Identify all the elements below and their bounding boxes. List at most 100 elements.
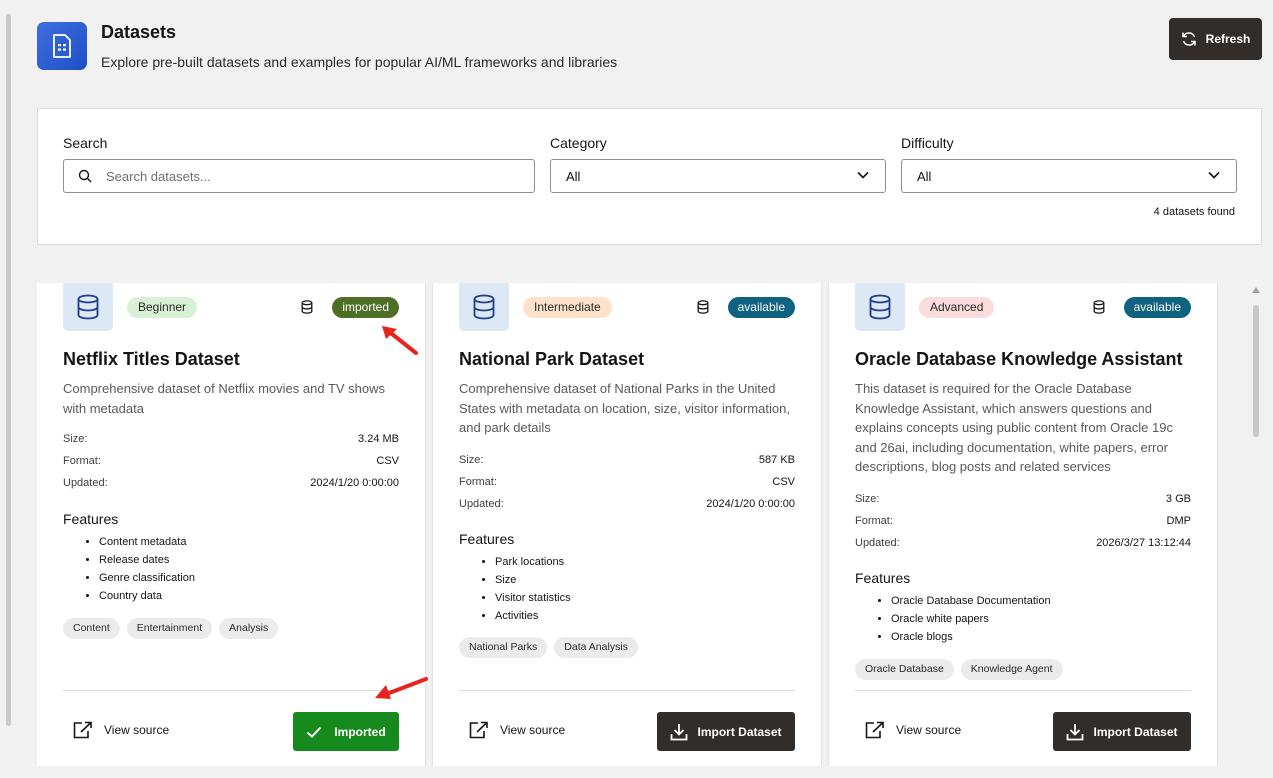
list-item: Size — [495, 571, 571, 589]
checkmark-icon — [307, 726, 322, 738]
size-value: 3 GB — [1165, 493, 1191, 505]
database-icon — [855, 283, 905, 331]
status-badge: available — [1123, 297, 1191, 318]
view-source-link[interactable]: View source — [469, 721, 565, 739]
size-value: 587 KB — [758, 454, 795, 466]
list-item: Park locations — [495, 553, 571, 571]
database-icon — [459, 283, 509, 331]
search-input[interactable]: Search datasets... — [63, 159, 535, 193]
difficulty-value: All — [917, 168, 932, 184]
tag: Analysis — [219, 618, 279, 639]
tag-list: Oracle Database Knowledge Agent — [855, 659, 1063, 680]
database-status-icon — [697, 300, 709, 314]
card-description: Comprehensive dataset of National Parks … — [459, 381, 790, 436]
format-label: Format: — [63, 455, 101, 467]
results-count: 4 datasets found — [1153, 206, 1235, 218]
list-item: Genre classification — [99, 569, 195, 587]
database-status-icon — [301, 300, 313, 314]
annotation-arrow-icon — [375, 677, 428, 699]
external-link-icon — [73, 721, 92, 739]
difficulty-select[interactable]: All — [901, 159, 1237, 193]
card-divider — [63, 690, 399, 691]
card-title: National Park Dataset — [459, 349, 645, 369]
updated-value: 2024/1/20 0:00:00 — [310, 477, 399, 489]
difficulty-badge: Intermediate — [523, 297, 612, 318]
page-subtitle: Explore pre-built datasets and examples … — [101, 54, 618, 70]
updated-label: Updated: — [63, 477, 108, 489]
list-item: Oracle blogs — [891, 628, 1051, 646]
dataset-card: Advanced available Oracle Database Knowl… — [829, 283, 1217, 766]
import-dataset-button[interactable]: Import Dataset — [1053, 712, 1191, 751]
format-label: Format: — [855, 515, 893, 527]
tag-list: National Parks Data Analysis — [459, 637, 638, 658]
updated-label: Updated: — [855, 537, 900, 549]
page-title: Datasets — [101, 22, 177, 42]
list-item: Oracle Database Documentation — [891, 592, 1051, 610]
format-value: CSV — [772, 476, 795, 488]
annotation-arrow-icon — [382, 326, 418, 355]
difficulty-label: Difficulty — [901, 135, 954, 151]
category-label: Category — [550, 135, 607, 151]
cards-scrollbar[interactable] — [1250, 283, 1262, 766]
card-meta: Size: 3 GB Format: DMP Updated: 2026/3/27 1… — [855, 492, 1191, 558]
updated-label: Updated: — [459, 498, 504, 510]
features-heading: Features — [63, 511, 119, 527]
download-icon — [671, 723, 688, 740]
page-scrollbar[interactable] — [0, 0, 15, 778]
page-scrollbar-thumb[interactable] — [6, 14, 11, 726]
chevron-down-icon — [857, 171, 869, 179]
filter-panel: Search Search datasets... Category All D… — [37, 108, 1262, 245]
imported-label: Imported — [334, 724, 386, 739]
external-link-icon — [865, 721, 884, 739]
features-list: Oracle Database Documentation Oracle whi… — [891, 592, 1051, 646]
list-item: Oracle white papers — [891, 610, 1051, 628]
difficulty-badge: Beginner — [127, 297, 198, 318]
view-source-label: View source — [500, 723, 566, 737]
card-meta: Size: 587 KB Format: CSV Updated: 2024/1/20… — [459, 453, 795, 519]
external-link-icon — [469, 721, 488, 739]
features-heading: Features — [459, 531, 515, 547]
size-label: Size: — [63, 433, 88, 445]
size-label: Size: — [459, 454, 484, 466]
list-item: Content metadata — [99, 533, 195, 551]
dataset-cards: Beginner imported Netflix Titles Dataset… — [37, 283, 1237, 766]
size-value: 3.24 MB — [358, 433, 399, 445]
card-divider — [855, 690, 1191, 691]
tag: Data Analysis — [554, 637, 638, 658]
chevron-down-icon — [1208, 171, 1220, 179]
search-placeholder: Search datasets... — [106, 168, 211, 184]
features-list: Park locations Size Visitor statistics A… — [495, 553, 571, 625]
view-source-link[interactable]: View source — [73, 721, 169, 739]
category-select[interactable]: All — [550, 159, 886, 193]
import-dataset-label: Import Dataset — [697, 724, 782, 739]
status-badge: imported — [332, 297, 399, 318]
card-divider — [459, 690, 795, 691]
card-title: Netflix Titles Dataset — [63, 349, 240, 369]
card-title: Oracle Database Knowledge Assistant — [855, 349, 1183, 369]
dataset-card: Intermediate available National Park Dat… — [433, 283, 821, 766]
database-status-icon — [1093, 300, 1105, 314]
refresh-label: Refresh — [1205, 32, 1251, 46]
refresh-button[interactable]: Refresh — [1169, 18, 1262, 60]
cards-scrollbar-thumb[interactable] — [1253, 305, 1259, 437]
card-description: This dataset is required for the Oracle … — [855, 381, 1173, 475]
format-label: Format: — [459, 476, 497, 488]
scroll-up-icon[interactable] — [1252, 287, 1260, 293]
tag: Knowledge Agent — [960, 659, 1063, 680]
list-item: Release dates — [99, 551, 195, 569]
view-source-link[interactable]: View source — [865, 721, 961, 739]
status-badge: available — [727, 297, 795, 318]
tag-list: Content Entertainment Analysis — [63, 618, 279, 639]
format-value: DMP — [1166, 515, 1191, 527]
imported-button[interactable]: Imported — [293, 712, 399, 751]
list-item: Visitor statistics — [495, 589, 571, 607]
features-list: Content metadata Release dates Genre cla… — [99, 533, 195, 605]
import-dataset-button[interactable]: Import Dataset — [657, 712, 795, 751]
search-label: Search — [63, 135, 108, 151]
datasets-icon — [37, 22, 87, 70]
category-value: All — [566, 168, 581, 184]
updated-value: 2026/3/27 13:12:44 — [1096, 537, 1191, 549]
view-source-label: View source — [104, 723, 170, 737]
card-meta: Size: 3.24 MB Format: CSV Updated: 2024/1/2… — [63, 432, 399, 498]
updated-value: 2024/1/20 0:00:00 — [706, 498, 795, 510]
